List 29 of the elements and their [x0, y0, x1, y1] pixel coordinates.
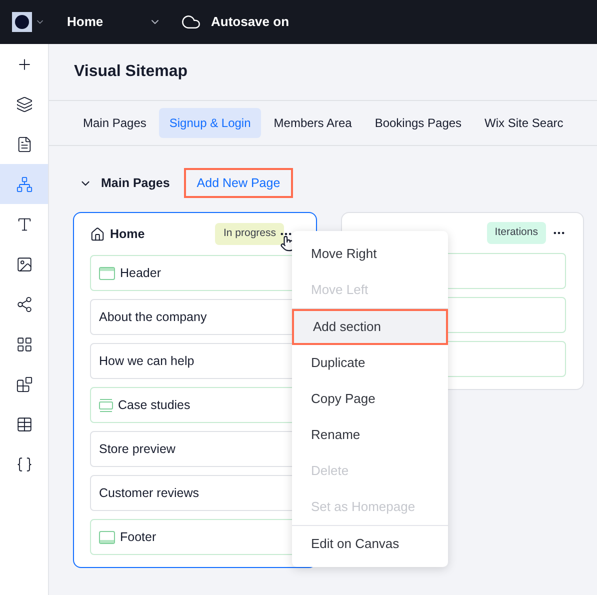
site-menu-button[interactable]: [12, 12, 45, 32]
status-tag: Iterations: [486, 222, 546, 244]
page-title: Visual Sitemap: [74, 62, 188, 82]
table-icon: [16, 416, 32, 432]
layers-icon: [16, 96, 32, 112]
image-icon: [16, 256, 32, 272]
strip-section-icon: [99, 398, 113, 412]
status-tag: In progress: [215, 223, 284, 245]
text-icon: [16, 216, 32, 232]
tab[interactable]: Signup & Login: [159, 108, 261, 138]
tab[interactable]: Wix Site Searc: [474, 108, 574, 138]
menu-item[interactable]: Add section: [292, 309, 448, 345]
blocks-icon: [16, 376, 32, 392]
footer-section-icon: [99, 530, 115, 544]
tab[interactable]: Members Area: [264, 108, 362, 138]
sitemap-icon: [16, 176, 32, 192]
add-page-link[interactable]: Add New Page: [184, 168, 294, 198]
header-section-icon: [99, 266, 115, 280]
tab[interactable]: Main Pages: [73, 108, 156, 138]
braces-icon: [16, 456, 32, 472]
page-card-title: Home: [110, 226, 145, 243]
group-title: Main Pages: [101, 174, 170, 192]
tab[interactable]: Bookings Pages: [364, 108, 472, 138]
nodes-icon: [16, 296, 32, 312]
grid-icon: [16, 336, 32, 352]
autosave-status: Autosave on: [211, 13, 290, 32]
logo-icon: [12, 12, 32, 32]
page-selector[interactable]: Home: [67, 12, 161, 32]
page-icon: [16, 136, 32, 152]
